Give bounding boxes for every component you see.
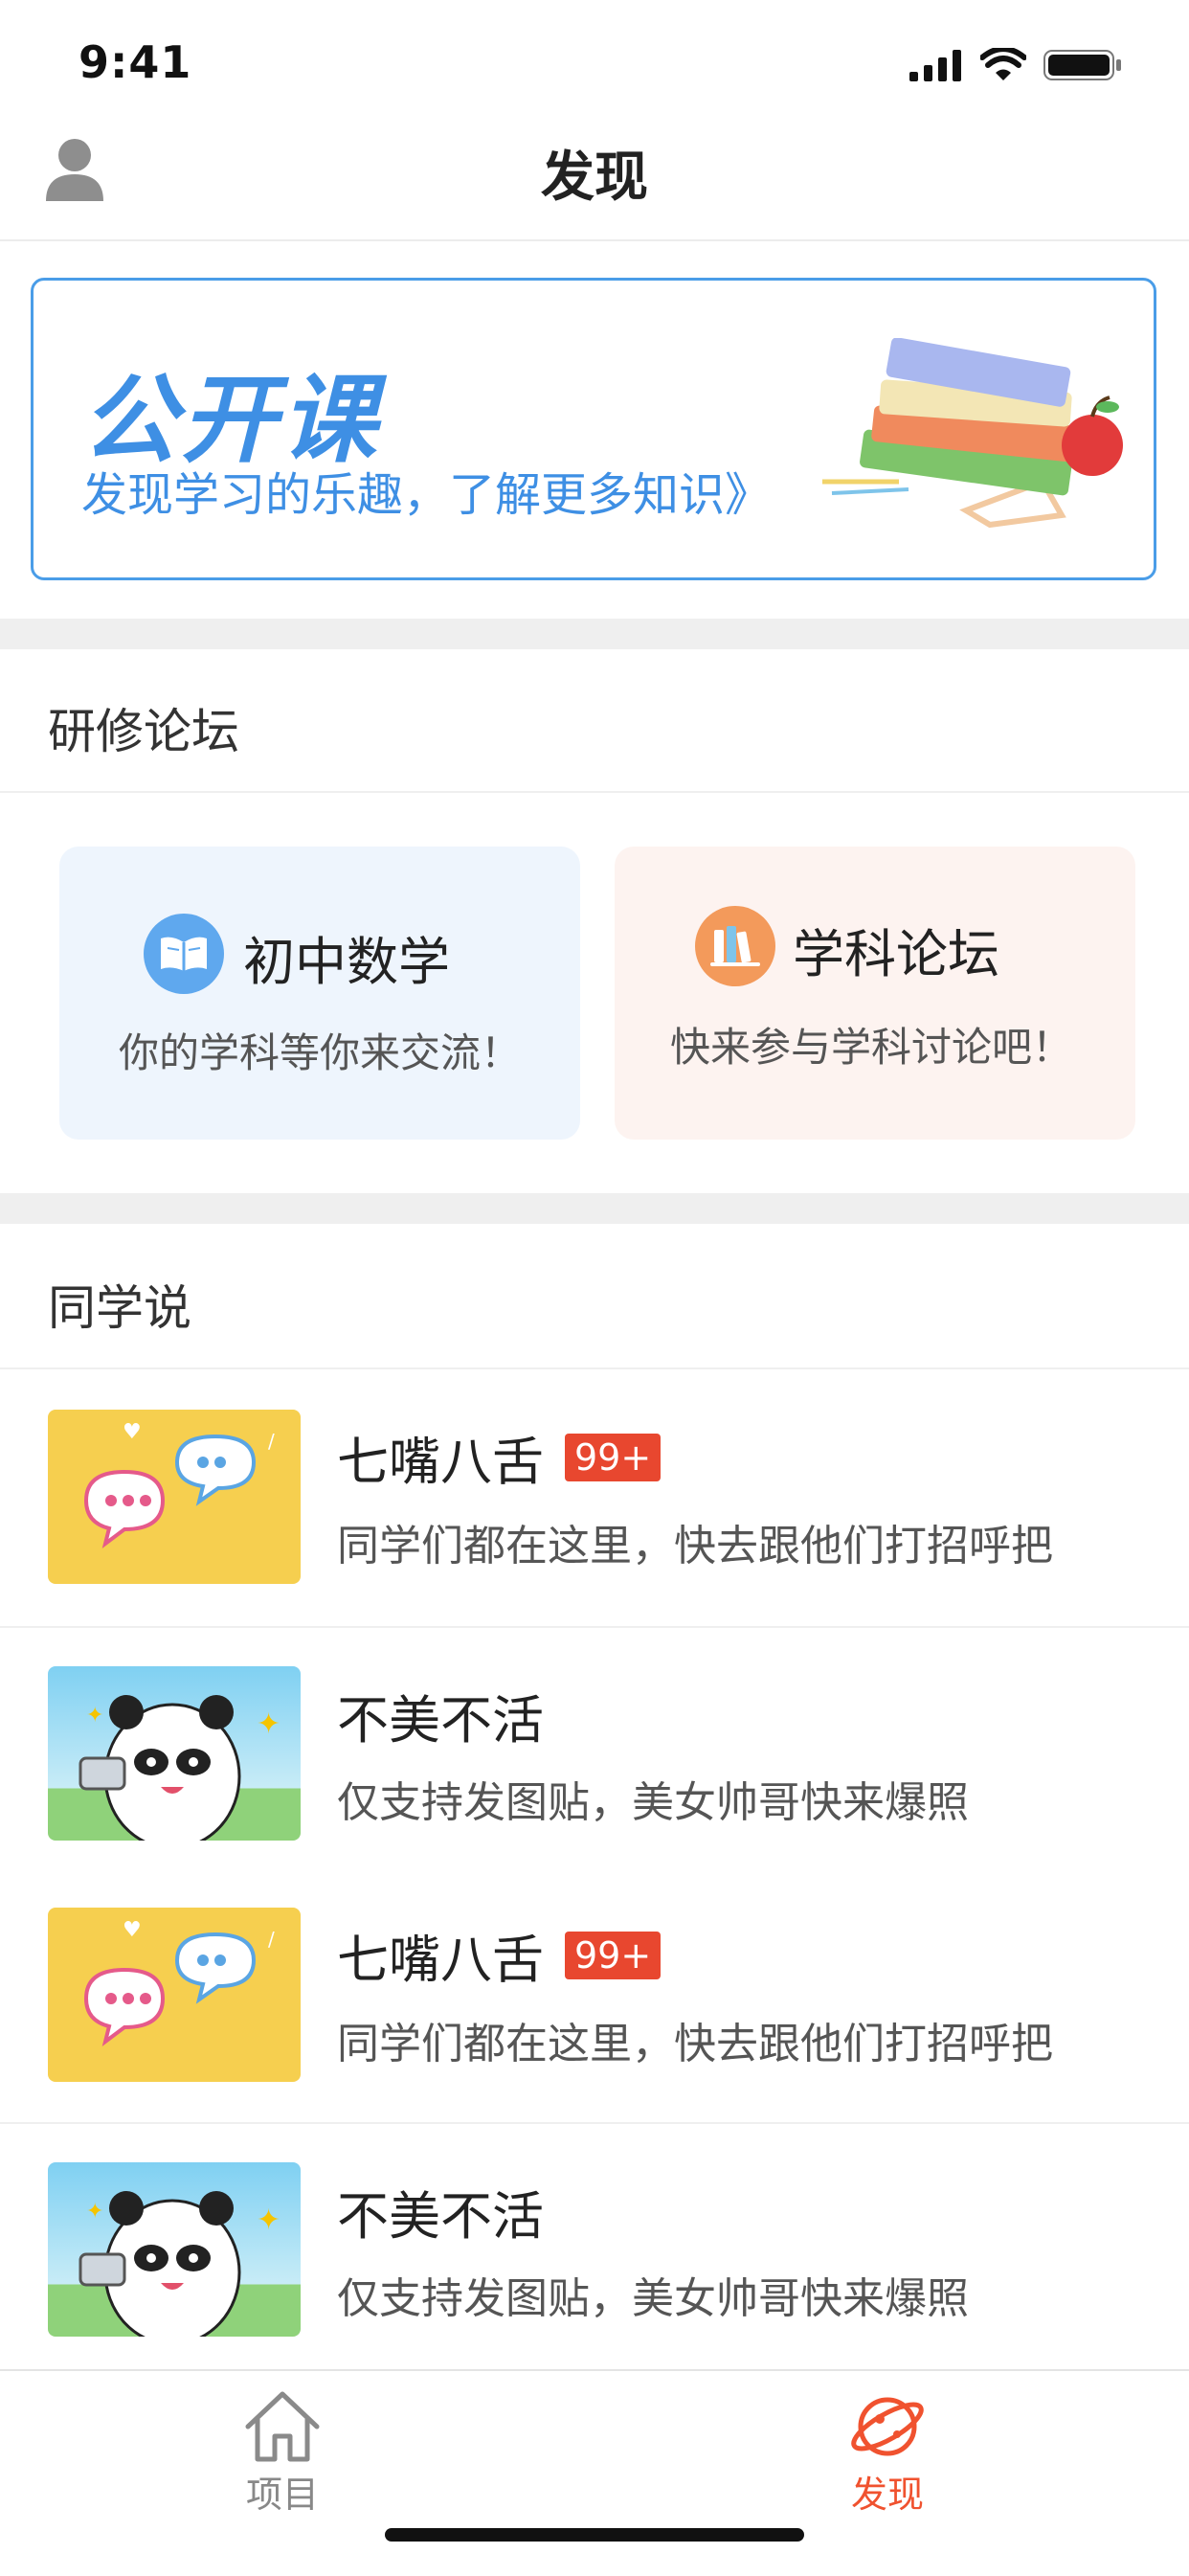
list-item-title-row: 不美不活 — [337, 2174, 544, 2249]
list-item[interactable]: ♥ / 七嘴八舌 99+ 同学们都在这里，快去跟他们打招呼把 — [0, 1867, 1189, 2124]
home-indicator — [385, 2528, 804, 2542]
svg-text:/: / — [268, 1430, 275, 1453]
page-title: 发现 — [541, 147, 648, 209]
list-item[interactable]: ✦ ✦ 不美不活 仅支持发图贴，美女帅哥快来爆照 — [0, 1628, 1189, 1877]
banner-subtitle: 发现学习的乐趣，了解更多知识》 — [81, 468, 772, 522]
nav-divider — [0, 239, 1189, 241]
books-and-apple-illustration — [822, 338, 1123, 529]
section-separator — [0, 619, 1189, 649]
svg-text:✦: ✦ — [86, 1704, 103, 1728]
forum-card-desc: 快来参与学科讨论吧！ — [670, 1024, 1073, 1071]
planet-icon — [851, 2397, 924, 2456]
list-item-title: 不美不活 — [337, 1690, 544, 1751]
list-item-desc: 同学们都在这里，快去跟他们打招呼把 — [337, 1522, 1053, 1570]
battery-icon — [1043, 50, 1121, 80]
classmates-section-title: 同学说 — [48, 1280, 191, 1336]
list-item-title-row: 七嘴八舌 99+ — [337, 1419, 662, 1495]
chat-bubbles-thumbnail: ♥ / — [48, 1410, 301, 1584]
forum-card-title: 初中数学 — [243, 932, 450, 992]
svg-text:♥: ♥ — [123, 1918, 142, 1942]
list-item-title: 不美不活 — [337, 2186, 544, 2247]
list-item-desc: 仅支持发图贴，美女帅哥快来爆照 — [337, 2274, 969, 2323]
tab-discover[interactable]: 发现 — [816, 2388, 959, 2532]
list-item-title: 七嘴八舌 — [337, 1432, 544, 1492]
forum-card-title: 学科论坛 — [793, 924, 999, 984]
book-icon — [144, 914, 224, 994]
open-course-banner[interactable]: 公开课 发现学习的乐趣，了解更多知识》 — [31, 278, 1156, 580]
list-item-desc: 同学们都在这里，快去跟他们打招呼把 — [337, 2020, 1053, 2068]
list-item-title: 七嘴八舌 — [337, 1930, 544, 1990]
tab-bar: 项目 发现 — [0, 2369, 1189, 2576]
svg-text:✦: ✦ — [257, 2203, 280, 2237]
bookshelf-icon — [695, 906, 775, 986]
list-item[interactable]: ♥ / 七嘴八舌 99+ 同学们都在这里，快去跟他们打招呼把 — [0, 1369, 1189, 1626]
forum-section-title: 研修论坛 — [48, 704, 239, 759]
svg-text:✦: ✦ — [86, 2200, 103, 2224]
panda-selfie-thumbnail: ✦ ✦ — [48, 2162, 301, 2337]
forum-card-desc: 你的学科等你来交流！ — [119, 1029, 522, 1076]
section-separator — [0, 1193, 1189, 1224]
forum-card-math[interactable]: 初中数学 你的学科等你来交流！ — [59, 847, 580, 1140]
wifi-icon — [980, 48, 1026, 80]
svg-text:✦: ✦ — [257, 1707, 280, 1741]
tab-label: 项目 — [245, 2474, 319, 2516]
panda-selfie-thumbnail: ✦ ✦ — [48, 1666, 301, 1841]
list-item-desc: 仅支持发图贴，美女帅哥快来爆照 — [337, 1778, 969, 1827]
signal-icon — [909, 50, 961, 81]
svg-text:/: / — [268, 1928, 275, 1951]
list-item-title-row: 不美不活 — [337, 1678, 544, 1753]
svg-text:♥: ♥ — [123, 1420, 142, 1444]
status-icons — [909, 46, 1122, 84]
list-item-title-row: 七嘴八舌 99+ — [337, 1917, 662, 1993]
chat-bubbles-thumbnail: ♥ / — [48, 1908, 301, 2082]
list-item[interactable]: ✦ ✦ 不美不活 仅支持发图贴，美女帅哥快来爆照 — [0, 2124, 1189, 2363]
count-badge: 99+ — [565, 1931, 662, 1979]
forum-card-subject[interactable]: 学科论坛 快来参与学科讨论吧！ — [615, 847, 1135, 1140]
tab-project[interactable]: 项目 — [211, 2388, 354, 2532]
count-badge: 99+ — [565, 1433, 662, 1481]
divider — [0, 791, 1189, 793]
status-time: 9:41 — [79, 36, 192, 88]
tab-label: 发现 — [850, 2474, 924, 2516]
home-icon — [245, 2391, 320, 2462]
